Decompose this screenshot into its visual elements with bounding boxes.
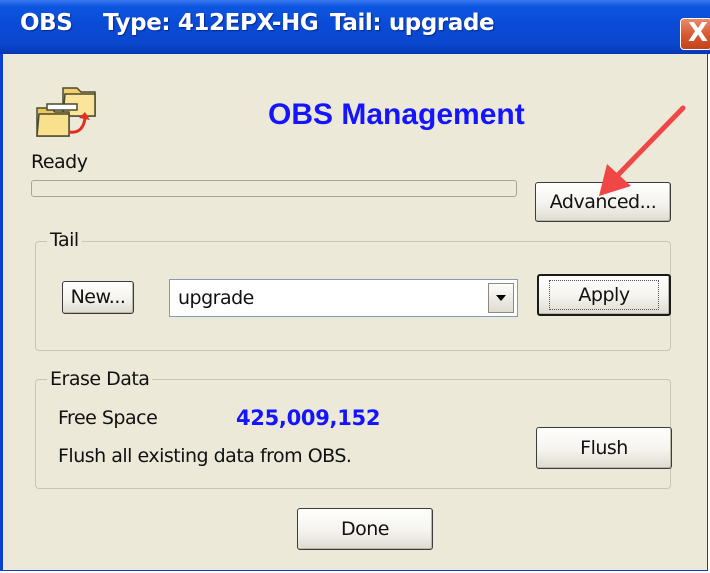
title-type: Type: 412EPX-HG: [103, 10, 319, 36]
dialog-heading: OBS Management: [268, 98, 525, 131]
apply-button-label: Apply: [549, 280, 659, 310]
close-button[interactable]: X: [680, 18, 710, 50]
status-text: Ready: [31, 151, 88, 173]
obs-dialog: OBS Type: 412EPX-HG Tail: upgrade X OBS …: [0, 0, 710, 571]
flush-button-label: Flush: [580, 437, 628, 459]
tail-legend: Tail: [47, 229, 82, 251]
flush-description: Flush all existing data from OBS.: [58, 445, 352, 467]
close-icon: X: [688, 18, 709, 48]
erase-data-legend: Erase Data: [47, 368, 153, 390]
progress-bar: [31, 180, 517, 197]
done-button[interactable]: Done: [297, 508, 433, 550]
new-tail-button[interactable]: New...: [62, 281, 134, 314]
title-tail: Tail: upgrade: [330, 10, 495, 36]
tail-select-value: upgrade: [178, 287, 254, 309]
apply-button[interactable]: Apply: [537, 274, 671, 316]
folders-sync-icon: [36, 87, 96, 137]
annotation-arrow: [599, 105, 686, 196]
tail-select[interactable]: upgrade: [169, 279, 518, 317]
new-tail-button-label: New...: [70, 286, 126, 308]
flush-button[interactable]: Flush: [536, 427, 672, 469]
done-button-label: Done: [341, 518, 390, 540]
title-app: OBS: [20, 10, 73, 36]
chevron-down-icon[interactable]: [488, 283, 514, 313]
free-space-value: 425,009,152: [236, 406, 381, 430]
free-space-label: Free Space: [58, 407, 158, 429]
title-bar[interactable]: OBS Type: 412EPX-HG Tail: upgrade X: [0, 0, 710, 54]
